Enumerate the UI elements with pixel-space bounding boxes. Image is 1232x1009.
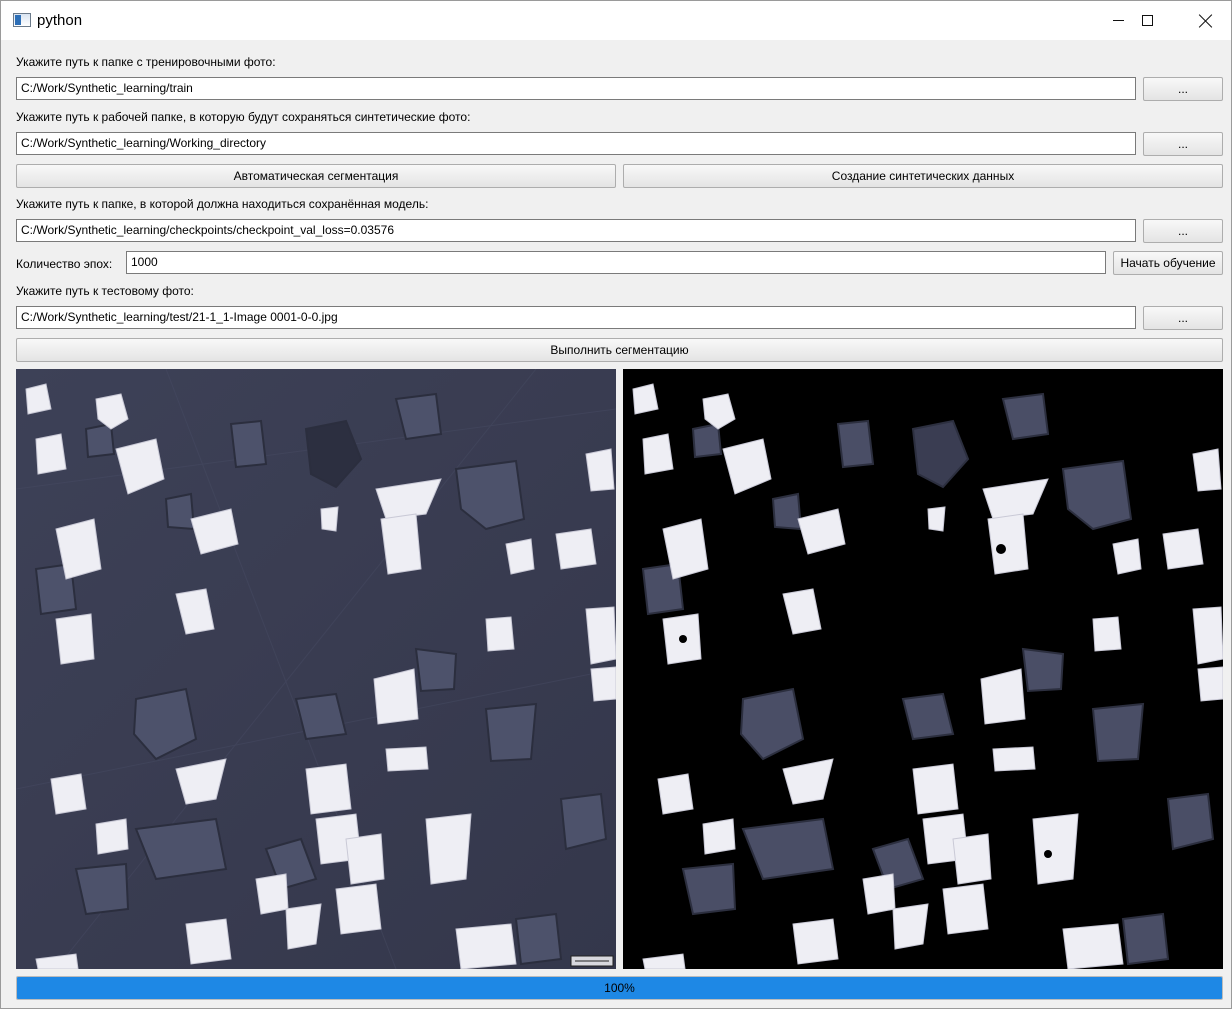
test-photo-field[interactable]: C:/Work/Synthetic_learning/test/21-1_1-I… (16, 306, 1136, 329)
train-folder-label: Укажите путь к папке с тренировочными фо… (16, 55, 276, 69)
create-synthetic-data-button[interactable]: Создание синтетических данных (623, 164, 1223, 188)
model-folder-label: Укажите путь к папке, в которой должна н… (16, 197, 429, 211)
close-icon (1199, 14, 1213, 28)
start-training-button[interactable]: Начать обучение (1113, 251, 1223, 275)
model-folder-browse-button[interactable]: ... (1143, 219, 1223, 243)
epochs-label: Количество эпох: (16, 257, 113, 271)
segmented-image (623, 369, 1223, 969)
segmented-image-graphic (623, 369, 1223, 969)
title-bar: python (1, 1, 1231, 40)
train-folder-field[interactable]: C:/Work/Synthetic_learning/train (16, 77, 1136, 100)
workdir-field[interactable]: C:/Work/Synthetic_learning/Working_direc… (16, 132, 1136, 155)
train-folder-browse-button[interactable]: ... (1143, 77, 1223, 101)
window-title: python (37, 12, 83, 29)
auto-segmentation-button[interactable]: Автоматическая сегментация (16, 164, 616, 188)
original-image-graphic (16, 369, 616, 969)
epochs-field[interactable]: 1000 (126, 251, 1106, 274)
original-image (16, 369, 616, 969)
run-segmentation-button[interactable]: Выполнить сегментацию (16, 338, 1223, 362)
progress-text: 100% (604, 981, 635, 995)
model-folder-field[interactable]: C:/Work/Synthetic_learning/checkpoints/c… (16, 219, 1136, 242)
workdir-label: Укажите путь к рабочей папке, в которую … (16, 110, 471, 124)
workdir-browse-button[interactable]: ... (1143, 132, 1223, 156)
test-photo-label: Укажите путь к тестовому фото: (16, 284, 194, 298)
close-button[interactable] (1177, 1, 1232, 40)
maximize-button[interactable] (1118, 1, 1176, 40)
python-app-icon (13, 13, 31, 27)
maximize-icon (1141, 15, 1153, 26)
progress-bar: 100% (16, 976, 1223, 1000)
test-photo-browse-button[interactable]: ... (1143, 306, 1223, 330)
